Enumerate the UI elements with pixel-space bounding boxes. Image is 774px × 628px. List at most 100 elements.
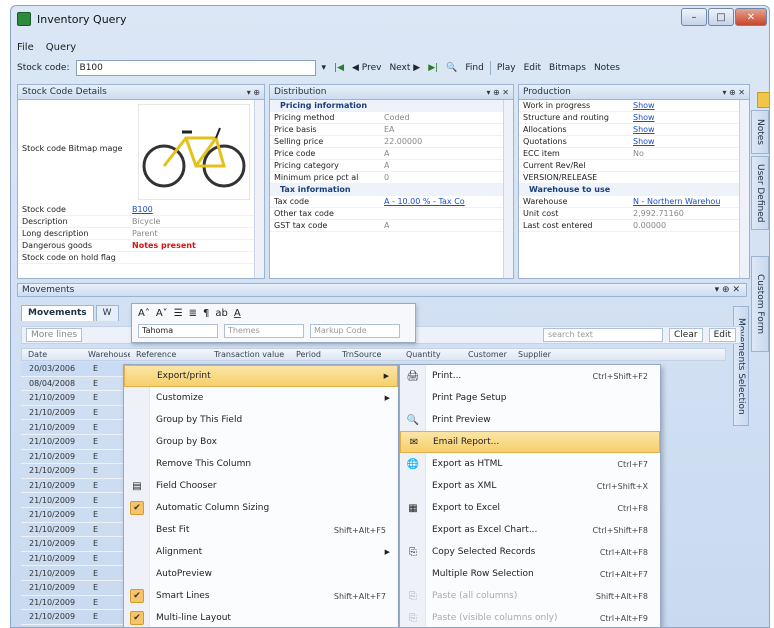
menu-query[interactable]: Query — [46, 42, 76, 53]
submenu-item[interactable]: ⎘ Paste (visible columns only) Ctrl+Alt+F9 — [400, 607, 660, 627]
table-row[interactable]: 21/10/2009 E — [21, 596, 131, 611]
property-value[interactable]: B100 — [128, 205, 153, 214]
stock-code-input[interactable]: B100 — [75, 60, 316, 76]
first-button[interactable]: |◀ — [332, 63, 346, 73]
submenu-item[interactable]: Export as Excel Chart... Ctrl+Shift+F8 — [400, 519, 660, 541]
submenu-item[interactable]: Export as XML Ctrl+Shift+X — [400, 475, 660, 497]
side-tab-notes[interactable]: Notes — [751, 110, 769, 154]
context-menu-item[interactable]: Remove This Column — [124, 453, 398, 475]
column-header[interactable]: Reference — [130, 350, 208, 359]
bullets-icon[interactable]: ☰ — [174, 308, 183, 319]
table-row[interactable]: 21/10/2009 E — [21, 479, 131, 494]
vertical-scrollbar[interactable] — [503, 100, 513, 278]
notes-icon[interactable] — [757, 92, 769, 108]
column-header[interactable]: Period — [290, 350, 336, 359]
property-value[interactable]: Show — [629, 101, 655, 110]
context-menu-item[interactable]: ✔ Automatic Column Sizing — [124, 497, 398, 519]
submenu-item[interactable]: Print Page Setup — [400, 387, 660, 409]
section-header[interactable]: Tax information — [270, 184, 513, 196]
shrink-font-icon[interactable]: A˅ — [156, 308, 168, 319]
section-header[interactable]: Warehouse to use — [519, 184, 749, 196]
property-value[interactable]: Show — [629, 125, 655, 134]
side-tab-custom-form[interactable]: Custom Form — [751, 256, 769, 352]
grow-font-icon[interactable]: A˄ — [138, 308, 150, 319]
property-value[interactable]: Show — [629, 137, 655, 146]
vertical-scrollbar[interactable] — [739, 100, 749, 278]
table-row[interactable]: 21/10/2009 E — [21, 420, 131, 435]
font-select[interactable]: Tahoma — [138, 324, 218, 338]
bitmaps-button[interactable]: Bitmaps — [547, 63, 588, 73]
submenu-item[interactable]: ⎘ Paste (all columns) Shift+Alt+F8 — [400, 585, 660, 607]
table-row[interactable]: 21/10/2009 E — [21, 493, 131, 508]
context-menu-item[interactable]: ✔ Multi-line Layout — [124, 607, 398, 627]
maximize-button[interactable]: □ — [708, 8, 734, 26]
table-row[interactable]: 21/10/2009 E — [21, 464, 131, 479]
column-header[interactable]: Warehouse — [82, 350, 130, 359]
pin-icon[interactable]: ▾ ⊕ ✕ — [722, 88, 745, 97]
table-row[interactable]: 21/10/2009 E — [21, 581, 131, 596]
table-row[interactable]: 21/10/2009 E — [21, 537, 131, 552]
context-menu-item[interactable]: ✔ Smart Lines Shift+Alt+F7 — [124, 585, 398, 607]
property-value[interactable]: A - 10.00 % - Tax Co — [380, 197, 465, 206]
submenu-item[interactable]: 🌐 Export as HTML Ctrl+F7 — [400, 453, 660, 475]
markup-code-select[interactable]: Markup Code — [310, 324, 400, 338]
tab-movements[interactable]: Movements — [21, 305, 94, 321]
context-menu-item[interactable]: Alignment ▶ — [124, 541, 398, 563]
submenu-item[interactable]: ▦ Export to Excel Ctrl+F8 — [400, 497, 660, 519]
vertical-scrollbar[interactable] — [254, 100, 264, 278]
next-button[interactable]: Next ▶ — [387, 63, 422, 73]
column-header[interactable]: Supplier — [512, 350, 562, 359]
submenu-item[interactable]: ⎘ Copy Selected Records Ctrl+Alt+F8 — [400, 541, 660, 563]
table-row[interactable]: 21/10/2009 E — [21, 552, 131, 567]
context-menu-item[interactable]: Best Fit Shift+Alt+F5 — [124, 519, 398, 541]
pin-icon[interactable]: ▾ ⊕ ✕ — [715, 285, 740, 295]
table-row[interactable]: 21/10/2009 E — [21, 450, 131, 465]
context-menu-item[interactable]: AutoPreview — [124, 563, 398, 585]
play-button[interactable]: Play — [495, 63, 518, 73]
context-menu-item[interactable]: Group by Box — [124, 431, 398, 453]
themes-select[interactable]: Themes — [224, 324, 304, 338]
edit-button[interactable]: Edit — [522, 63, 543, 73]
table-row[interactable]: 21/10/2009 E — [21, 523, 131, 538]
font-color-icon[interactable]: A — [234, 308, 241, 319]
submenu-item[interactable]: Multiple Row Selection Ctrl+Alt+F7 — [400, 563, 660, 585]
find-button[interactable]: Find — [463, 63, 485, 73]
context-menu-item[interactable]: Group by This Field — [124, 409, 398, 431]
section-header[interactable]: Pricing information — [270, 100, 513, 112]
menu-file[interactable]: File — [17, 42, 34, 53]
column-header[interactable]: Transaction value — [208, 350, 290, 359]
pin-icon[interactable]: ▾ ⊕ — [247, 88, 260, 97]
last-button[interactable]: ▶| — [426, 63, 440, 73]
table-row[interactable]: 08/04/2008 E — [21, 377, 131, 392]
search-input[interactable]: search text — [543, 328, 664, 342]
submenu-item[interactable]: 🖨 Print... Ctrl+Shift+F2 — [400, 365, 660, 387]
close-button[interactable]: ✕ — [735, 8, 767, 26]
table-row[interactable]: 21/10/2009 E — [21, 508, 131, 523]
minimize-button[interactable]: – — [681, 8, 707, 26]
paragraph-icon[interactable]: ¶ — [203, 308, 209, 319]
notes-button[interactable]: Notes — [592, 63, 622, 73]
table-row[interactable]: 21/10/2009 E — [21, 391, 131, 406]
property-value[interactable]: Show — [629, 113, 655, 122]
table-row[interactable]: 21/10/2009 E — [21, 610, 131, 625]
table-row[interactable]: 20/03/2006 E — [21, 362, 131, 377]
table-row[interactable]: 21/10/2009 E — [21, 406, 131, 421]
column-header[interactable]: Customer — [462, 350, 512, 359]
table-row[interactable]: 21/10/2009 E — [21, 435, 131, 450]
pin-icon[interactable]: ▾ ⊕ ✕ — [486, 88, 509, 97]
submenu-item[interactable]: 🔍 Print Preview — [400, 409, 660, 431]
more-lines-button[interactable]: More lines — [26, 328, 83, 342]
context-menu-item[interactable]: Customize ▶ — [124, 387, 398, 409]
numbering-icon[interactable]: ≣ — [189, 308, 197, 319]
submenu-item[interactable]: ✉ Email Report... — [400, 431, 660, 453]
prev-button[interactable]: ◀ Prev — [350, 63, 383, 73]
side-tab-movements-selection[interactable]: Movements Selection — [733, 306, 749, 426]
dropdown-arrow-icon[interactable]: ▾ — [320, 63, 329, 73]
property-value[interactable]: N - Northern Warehou — [629, 197, 720, 206]
search-icon[interactable]: 🔍 — [444, 63, 459, 73]
grid-edit-button[interactable]: Edit — [708, 328, 736, 342]
tab-warehouse[interactable]: W — [95, 305, 119, 321]
highlight-icon[interactable]: ab — [215, 308, 227, 319]
clear-button[interactable]: Clear — [669, 328, 703, 342]
column-header[interactable]: TrnSource — [336, 350, 400, 359]
